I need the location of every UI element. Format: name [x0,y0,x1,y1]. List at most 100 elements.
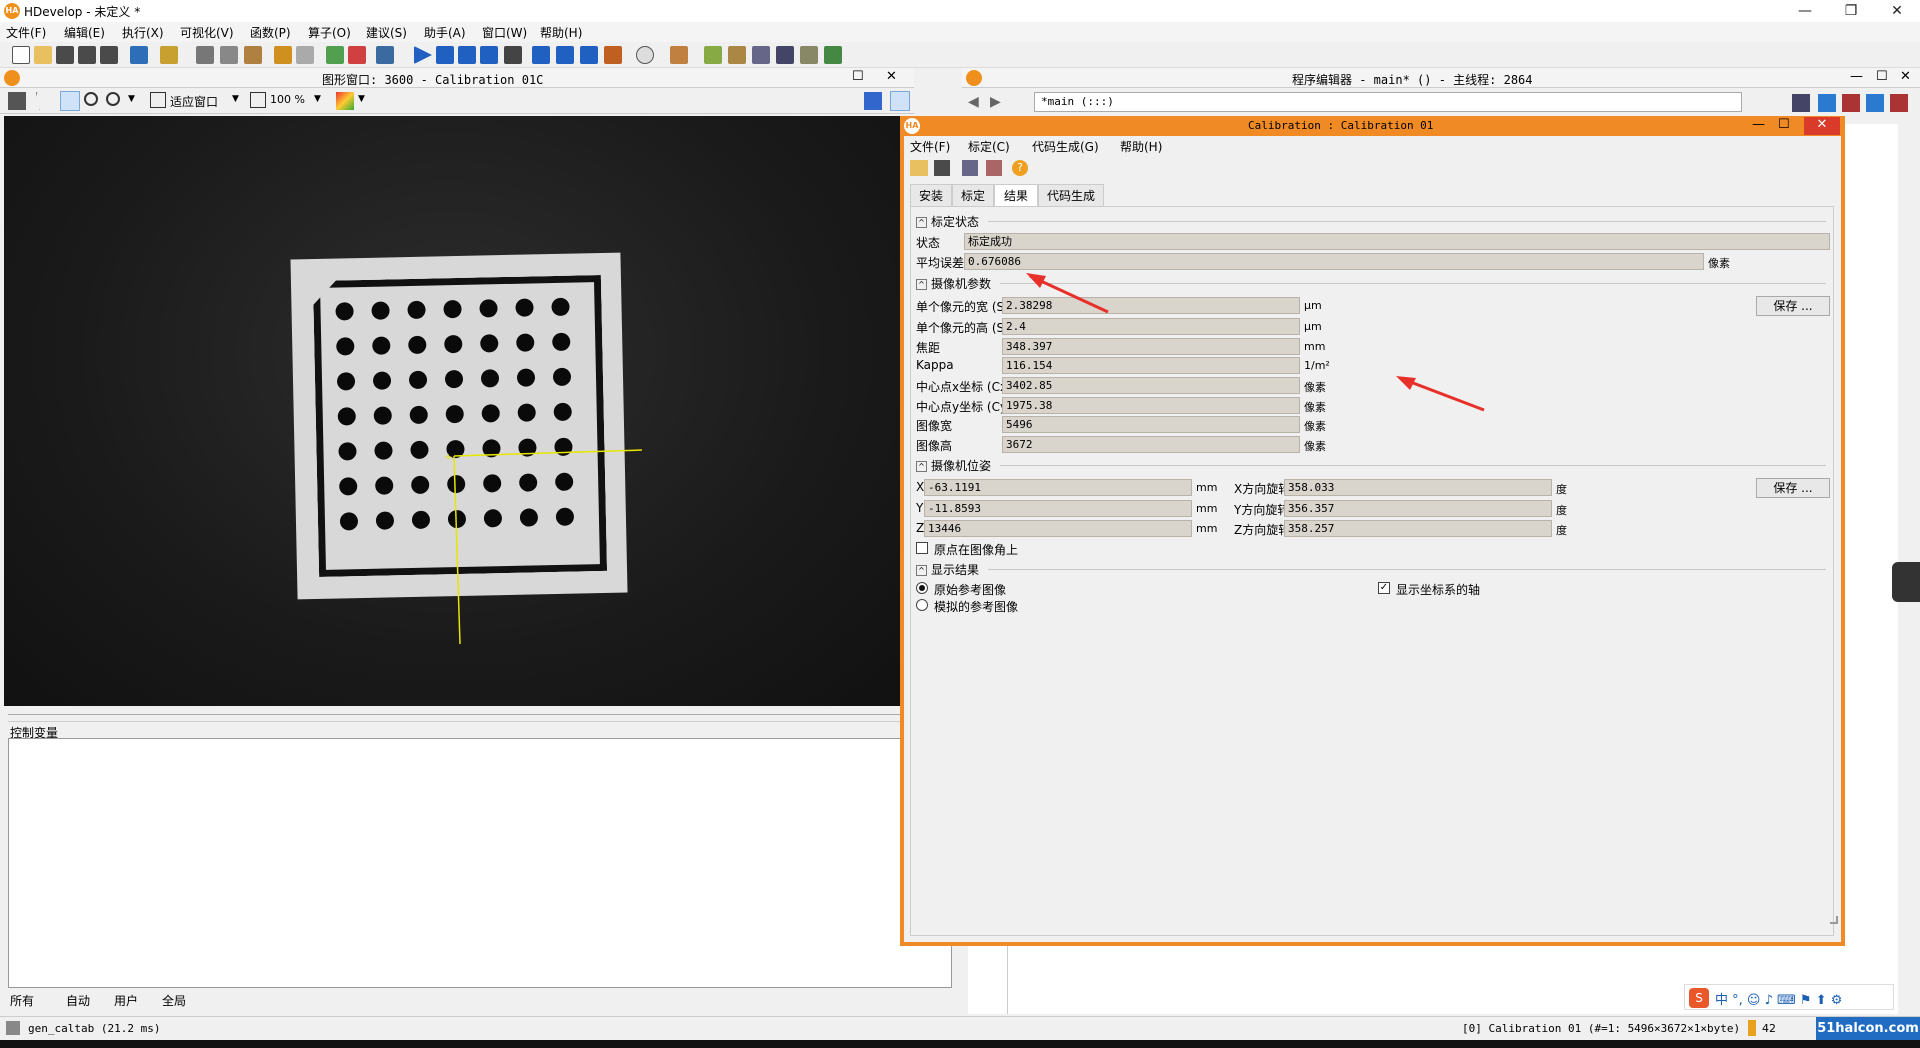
help-icon[interactable]: ? [1012,160,1028,176]
inspect-icon[interactable] [864,92,882,110]
radio-simulated-image[interactable] [916,599,928,611]
pointer-icon[interactable] [36,92,49,110]
save-camera-params-button[interactable]: 保存 ... [1756,296,1830,316]
insert-line-icon[interactable] [326,46,344,64]
dialog-menu-codegen[interactable]: 代码生成(G) [1032,138,1099,155]
menu-functions[interactable]: 函数(P) [250,24,291,41]
menu-file[interactable]: 文件(F) [6,24,46,41]
cut-icon[interactable] [196,46,214,64]
zoom-percent-select[interactable]: 100 % [270,93,305,106]
chevron-down-icon[interactable]: ▼ [358,94,365,104]
gray-histogram-icon[interactable] [704,46,722,64]
delete-procedure-icon[interactable] [1842,94,1860,112]
new-file-icon[interactable] [12,46,30,64]
forward-arrow-icon[interactable]: ▶ [990,94,1001,110]
undo-icon[interactable] [274,46,292,64]
tab-setup[interactable]: 安装 [910,184,952,206]
menu-help[interactable]: 帮助(H) [540,24,582,41]
splitter[interactable] [8,714,952,722]
hand-pan-icon[interactable] [60,91,80,111]
procedure-select[interactable]: *main (:::) [1034,92,1742,112]
zoom-mode-select[interactable]: 适应窗口 [170,93,218,110]
export-icon[interactable] [130,46,148,64]
tab-all[interactable]: 所有 [10,992,34,1009]
procedure-icon[interactable] [1792,94,1810,112]
graphics-window-icon[interactable] [800,46,818,64]
copy-icon[interactable] [220,46,238,64]
save-camera-pose-button[interactable]: 保存 ... [1756,478,1830,498]
tab-auto[interactable]: 自动 [66,992,90,1009]
reset-icon[interactable] [532,46,550,64]
menu-window[interactable]: 窗口(W) [482,24,527,41]
zoom-select-icon[interactable] [106,92,120,106]
section-display[interactable]: ^ 显示结果 [916,561,979,578]
save-icon[interactable] [934,160,950,176]
save-as-icon[interactable] [100,46,118,64]
edit-procedure-icon[interactable] [1818,94,1836,112]
line-profile-icon[interactable] [728,46,746,64]
open-folder-icon[interactable] [34,46,52,64]
dialog-menu-calibrate[interactable]: 标定(C) [968,138,1010,155]
step-over-icon[interactable] [436,46,454,64]
section-camera-params[interactable]: ^ 摄像机参数 [916,275,991,292]
show-axes-checkbox[interactable]: ✓ [1378,582,1390,594]
profiler-icon[interactable] [604,46,622,64]
ime-mode-icon[interactable]: 中 °, ☺ ♪ ⌨ ⚑ ⬆ ⚙ [1715,989,1842,1008]
image-canvas[interactable]: + [4,116,900,706]
dialog-menu-help[interactable]: 帮助(H) [1120,138,1162,155]
save-icon[interactable] [56,46,74,64]
procedure-tools-icon[interactable] [1890,94,1908,112]
menu-execute[interactable]: 执行(X) [122,24,164,41]
step-out-icon[interactable] [480,46,498,64]
zoom-window-icon[interactable] [776,46,794,64]
side-handle-icon[interactable] [1892,562,1920,602]
collapse-icon[interactable]: ^ [916,565,927,576]
close-button[interactable]: ✕ [1804,117,1840,135]
maximize-button[interactable]: ☐ [852,69,864,84]
close-button[interactable]: ✕ [1900,69,1911,84]
delete-line-icon[interactable] [348,46,366,64]
section-camera-pose[interactable]: ^ 摄像机位姿 [916,457,991,474]
maximize-button[interactable]: ☐ [1778,117,1790,132]
dialog-menu-file[interactable]: 文件(F) [910,138,950,155]
maximize-button[interactable]: ☐ [1876,69,1888,84]
tab-results[interactable]: 结果 [994,184,1038,206]
ocr-icon[interactable] [824,46,842,64]
tab-global[interactable]: 全局 [162,992,186,1009]
feature-histogram-icon[interactable] [752,46,770,64]
procedure-settings-icon[interactable] [1866,94,1884,112]
export-icon[interactable] [962,160,978,176]
image-edit-icon[interactable] [670,46,688,64]
section-calib-status[interactable]: ^ 标定状态 [916,213,979,230]
resize-grip-icon[interactable] [1830,916,1838,924]
zoom-icon[interactable] [84,92,98,106]
menu-edit[interactable]: 编辑(E) [64,24,105,41]
binoculars-icon[interactable] [376,46,394,64]
activate-icon[interactable] [580,46,598,64]
chevron-down-icon[interactable]: ▼ [314,94,321,104]
ime-toolbar[interactable]: S 中 °, ☺ ♪ ⌨ ⚑ ⬆ ⚙ [1684,984,1894,1010]
paste-icon[interactable] [244,46,262,64]
collapse-icon[interactable]: ^ [916,461,927,472]
collapse-icon[interactable]: ^ [916,279,927,290]
open-folder-icon[interactable] [910,160,928,176]
lightbulb-icon[interactable] [890,91,910,111]
minimize-button[interactable]: — [1850,69,1863,84]
save-all-icon[interactable] [78,46,96,64]
stop-icon[interactable] [504,46,522,64]
chevron-down-icon[interactable]: ▼ [128,94,135,104]
tab-user[interactable]: 用户 [114,992,138,1009]
insert-breakpoint-icon[interactable] [556,46,574,64]
menu-operators[interactable]: 算子(O) [308,24,351,41]
chevron-down-icon[interactable]: ▼ [232,94,239,104]
radio-original-image[interactable] [916,582,928,594]
insert-code-icon[interactable] [986,160,1002,176]
minimize-button[interactable]: — [1782,0,1828,22]
run-icon[interactable] [414,46,432,64]
menu-visualize[interactable]: 可视化(V) [180,24,234,41]
color-palette-icon[interactable] [336,92,354,110]
tab-calibrate[interactable]: 标定 [952,184,994,206]
step-into-icon[interactable] [458,46,476,64]
back-arrow-icon[interactable]: ◀ [968,94,979,110]
menu-suggestions[interactable]: 建议(S) [366,24,407,41]
